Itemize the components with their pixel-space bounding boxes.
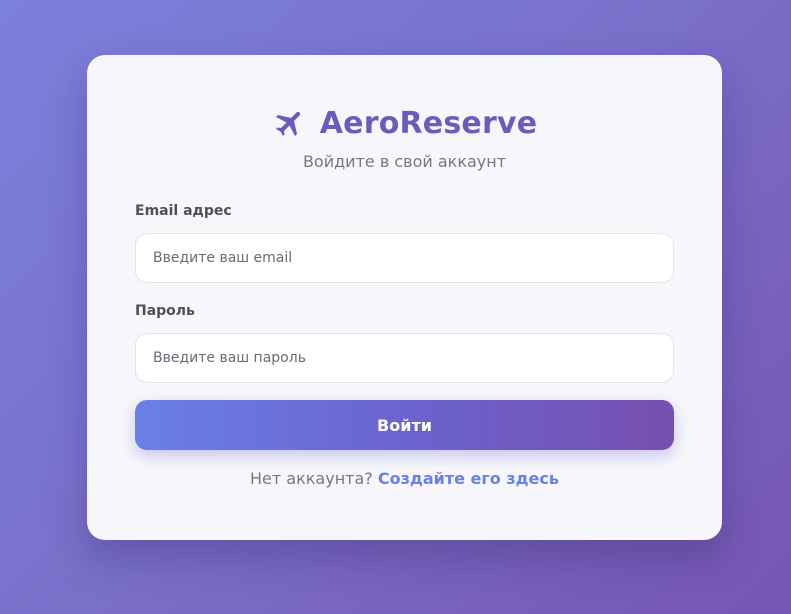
airplane-icon <box>272 105 308 141</box>
app-title: AeroReserve <box>319 105 538 141</box>
email-label: Email адрес <box>135 203 232 219</box>
login-button[interactable]: Войти <box>135 400 674 450</box>
brand-header: AeroReserve <box>87 105 722 141</box>
email-field[interactable] <box>135 233 674 283</box>
signup-prompt: Нет аккаунта? Создайте его здесь <box>87 469 722 488</box>
signup-prompt-text: Нет аккаунта? <box>250 469 373 488</box>
login-card: AeroReserve Войдите в свой аккаунт Email… <box>87 55 722 540</box>
password-label: Пароль <box>135 303 195 319</box>
password-field[interactable] <box>135 333 674 383</box>
signup-link[interactable]: Создайте его здесь <box>378 469 559 488</box>
page-subtitle: Войдите в свой аккаунт <box>302 152 507 171</box>
